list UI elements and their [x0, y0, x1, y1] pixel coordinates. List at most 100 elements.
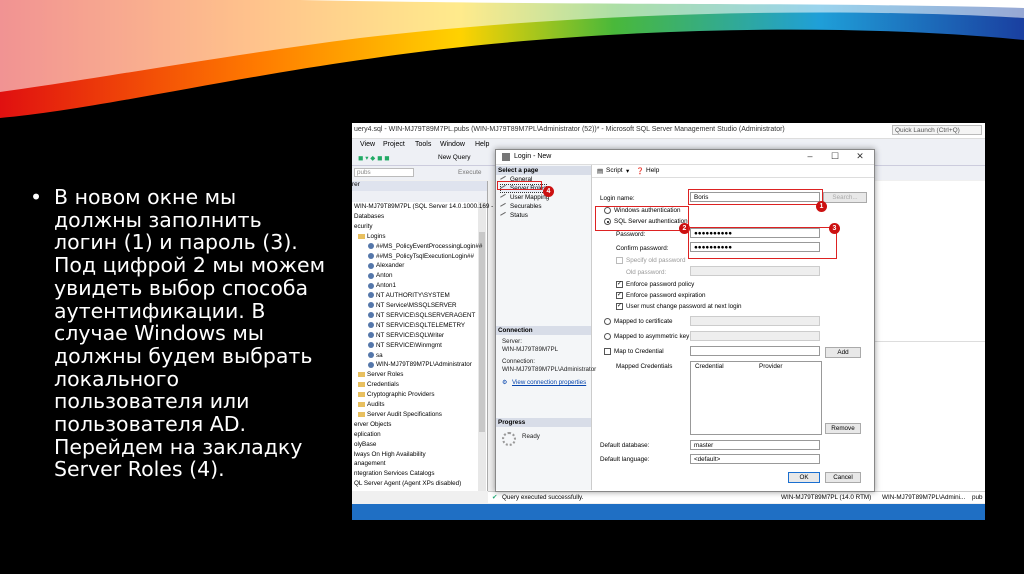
login-node[interactable]: ##MS_PolicyEventProcessingLogin## [368, 243, 482, 250]
mapped-asym-key-radio[interactable] [604, 333, 611, 340]
map-credential-checkbox[interactable] [604, 348, 611, 355]
login-node[interactable]: sa [368, 352, 383, 359]
cancel-button[interactable]: Cancel [825, 472, 861, 483]
tree-node[interactable]: anagement [354, 460, 386, 467]
dialog-title: Login - New [514, 153, 552, 160]
login-node[interactable]: WIN-MJ79T89M7PL\Administrator [368, 361, 472, 368]
ok-button[interactable]: OK [788, 472, 820, 483]
tree-node[interactable]: Server Audit Specifications [358, 411, 442, 418]
folder-icon [358, 372, 365, 378]
mapped-credentials-grid[interactable]: Credential Provider [690, 361, 822, 435]
view-connection-properties-link[interactable]: View connection properties [512, 379, 586, 386]
user-icon [368, 361, 374, 368]
bullet-paragraph: В новом окне мы должны заполнить логин (… [54, 185, 326, 482]
quick-launch-input[interactable]: Quick Launch (Ctrl+Q) [892, 125, 982, 135]
tree-node[interactable]: olyBase [354, 441, 376, 448]
tree-node[interactable]: Logins [358, 233, 386, 240]
tree-node[interactable]: Databases [354, 213, 384, 220]
menu-help[interactable]: Help [475, 141, 489, 148]
annotation-marker-1: 1 [816, 201, 827, 212]
menu-view[interactable]: View [360, 141, 375, 148]
remove-button[interactable]: Remove [825, 423, 861, 434]
login-node[interactable]: Alexander [368, 262, 404, 269]
default-language-select[interactable]: <default> [690, 454, 820, 464]
page-status[interactable]: Status [500, 211, 528, 219]
login-node[interactable]: NT SERVICE\SQLTELEMETRY [368, 322, 465, 329]
status-message: Query executed successfully. [502, 494, 584, 501]
database-combo[interactable]: pubs [354, 168, 414, 177]
tree-node[interactable]: Cryptographic Providers [358, 391, 435, 398]
grid-header-provider: Provider [759, 363, 783, 370]
mapped-certificate-label: Mapped to certificate [614, 318, 673, 325]
select-page-header: Select a page [496, 166, 591, 175]
maximize-icon[interactable]: ☐ [825, 151, 845, 162]
tree-node[interactable]: Audits [358, 401, 385, 408]
enforce-policy-label: Enforce password policy [626, 281, 695, 288]
user-icon [368, 292, 374, 299]
tree-node[interactable]: eplication [354, 431, 381, 438]
page-user-mapping[interactable]: User Mapping [500, 193, 549, 201]
slide-bullet-text: • В новом окне мы должны заполнить логин… [30, 186, 330, 481]
must-change-checkbox[interactable]: ✓ [616, 303, 623, 310]
connection-value: WIN-MJ79T89M7PL\Administrator [502, 366, 597, 373]
tree-node[interactable]: Credentials [358, 381, 399, 388]
folder-icon [358, 401, 365, 407]
dropdown-icon[interactable]: ▾ [626, 167, 629, 175]
mapped-certificate-radio[interactable] [604, 318, 611, 325]
user-icon [368, 351, 374, 358]
tree-node[interactable]: QL Server Agent (Agent XPs disabled) [354, 480, 461, 487]
tree-node[interactable]: Server Roles [358, 371, 403, 378]
enforce-policy-checkbox[interactable]: ✓ [616, 281, 623, 288]
status-bar: ✔ Query executed successfully. WIN-MJ79T… [488, 491, 985, 503]
execute-button[interactable]: Execute [458, 169, 482, 176]
tree-node[interactable]: lways On High Availability [354, 451, 426, 458]
old-password-input[interactable] [690, 266, 820, 276]
certificate-select[interactable] [690, 316, 820, 326]
menu-window[interactable]: Window [440, 141, 465, 148]
server-value: WIN-MJ79T89M7PL [502, 346, 559, 353]
user-icon [368, 341, 374, 348]
annotation-box-server-roles [497, 181, 542, 190]
folder-icon [358, 382, 365, 388]
login-node[interactable]: NT SERVICE\Winmgmt [368, 342, 442, 349]
toolbar-icons[interactable]: ◼ ▾ ◆ ◼ ◼ [358, 154, 390, 162]
login-node[interactable]: NT SERVICE\SQLWriter [368, 332, 444, 339]
tree-node[interactable]: ntegration Services Catalogs [354, 470, 435, 477]
menu-tools[interactable]: Tools [415, 141, 431, 148]
object-explorer-header: rer [352, 181, 487, 191]
search-button[interactable]: Search... [823, 192, 867, 203]
close-icon[interactable]: ✕ [850, 151, 870, 162]
help-button[interactable]: Help [646, 167, 659, 174]
credential-select[interactable] [690, 346, 820, 356]
login-node[interactable]: NT SERVICE\SQLSERVERAGENT [368, 312, 475, 319]
progress-spinner-icon [502, 432, 516, 446]
add-button[interactable]: Add [825, 347, 861, 358]
script-button[interactable]: Script [606, 167, 623, 174]
menu-project[interactable]: Project [383, 141, 405, 148]
default-database-select[interactable]: master [690, 440, 820, 450]
login-node[interactable]: NT AUTHORITY\SYSTEM [368, 292, 450, 299]
login-node[interactable]: ##MS_PolicyTsqlExecutionLogin## [368, 253, 474, 260]
specify-old-password-checkbox[interactable] [616, 257, 623, 264]
new-query-button[interactable]: New Query [438, 154, 471, 161]
dialog-title-bar: Login - New – ☐ ✕ [496, 150, 874, 165]
help-icon: ❓ [636, 168, 645, 175]
minimize-icon[interactable]: – [800, 151, 820, 162]
page-securables[interactable]: Securables [500, 202, 542, 210]
page-selector: Select a page General Server Roles User … [496, 165, 596, 490]
enforce-expiration-checkbox[interactable]: ✓ [616, 292, 623, 299]
tree-node[interactable]: ecurity [354, 223, 373, 230]
login-node[interactable]: Anton [368, 272, 392, 279]
login-node[interactable]: NT Service\MSSQLSERVER [368, 302, 457, 309]
tree-node[interactable]: erver Objects [354, 421, 391, 428]
object-explorer-toolbar[interactable] [352, 191, 487, 202]
wrench-icon [500, 202, 508, 210]
user-icon [368, 282, 374, 289]
server-node[interactable]: WIN-MJ79T89M7PL (SQL Server 14.0.1000.16… [354, 203, 501, 210]
user-icon [368, 242, 374, 249]
folder-icon [358, 411, 365, 417]
asym-key-select[interactable] [690, 331, 820, 341]
login-node[interactable]: Anton1 [368, 282, 396, 289]
editor-pane [874, 181, 985, 491]
success-icon: ✔ [492, 494, 498, 501]
